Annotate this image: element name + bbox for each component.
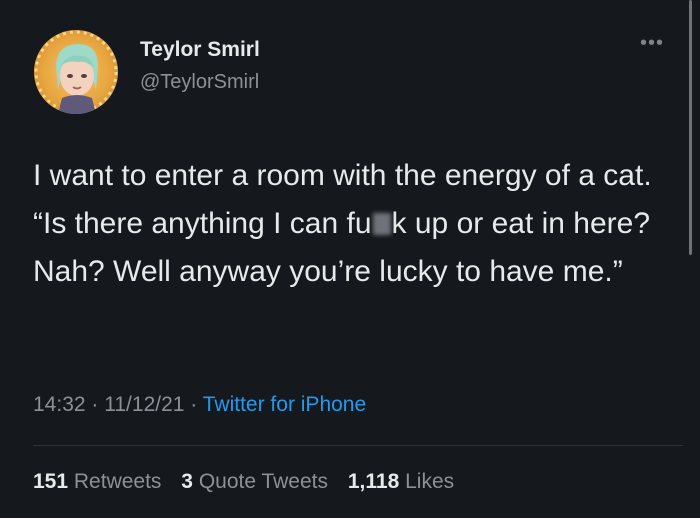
quote-tweets-label: Quote Tweets bbox=[198, 470, 329, 493]
retweets-count: 151 bbox=[33, 470, 69, 493]
retweets-stat[interactable]: 151 Retweets bbox=[33, 470, 161, 493]
tweet-source-link[interactable]: Twitter for iPhone bbox=[203, 393, 366, 416]
divider bbox=[33, 445, 683, 446]
avatar[interactable] bbox=[34, 30, 118, 114]
likes-count: 1,118 bbox=[347, 470, 400, 493]
likes-label: Likes bbox=[405, 470, 455, 493]
meta-separator: · bbox=[91, 393, 99, 416]
tweet-text: I want to enter a room with the energy o… bbox=[33, 152, 673, 296]
ellipsis-icon[interactable]: ••• bbox=[640, 33, 664, 53]
author-handle[interactable]: @TeylorSmirl bbox=[140, 71, 259, 94]
tweet-meta: 14:32 · 11/12/21 · Twitter for iPhone bbox=[33, 393, 366, 417]
avatar-illustration bbox=[34, 30, 118, 114]
likes-stat[interactable]: 1,118 Likes bbox=[348, 470, 454, 493]
retweets-label: Retweets bbox=[73, 470, 162, 493]
redacted-blur bbox=[372, 213, 391, 235]
author-display-name[interactable]: Teylor Smirl bbox=[140, 38, 260, 62]
quote-tweets-stat[interactable]: 3 Quote Tweets bbox=[181, 470, 328, 493]
tweet-date[interactable]: 11/12/21 bbox=[104, 393, 184, 416]
tweet-stats: 151 Retweets 3 Quote Tweets 1,118 Likes bbox=[33, 470, 468, 494]
tweet-time[interactable]: 14:32 bbox=[33, 393, 86, 416]
scrollbar[interactable] bbox=[689, 0, 692, 255]
quote-tweets-count: 3 bbox=[181, 470, 193, 493]
meta-separator: · bbox=[190, 393, 198, 416]
